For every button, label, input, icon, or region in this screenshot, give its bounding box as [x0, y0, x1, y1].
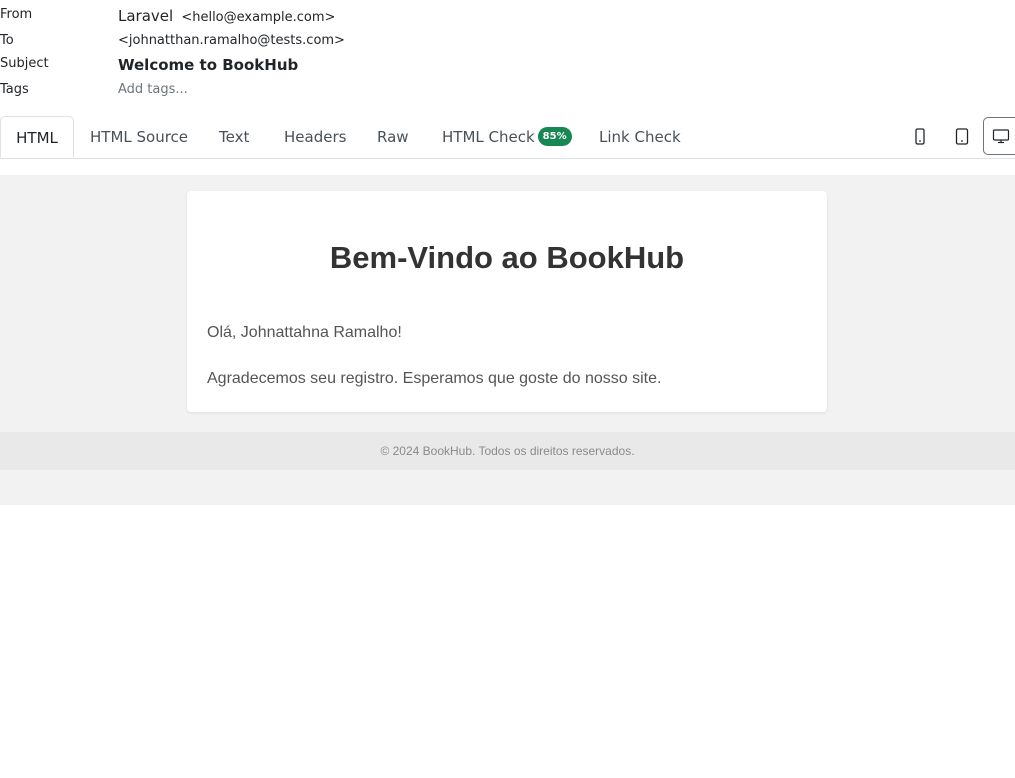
tab-html-check-label: HTML Check: [442, 128, 535, 146]
from-value: Laravel <hello@example.com>: [118, 7, 335, 25]
from-address: <hello@example.com>: [181, 10, 336, 25]
to-label: To: [0, 33, 14, 48]
message-headers: From Laravel <hello@example.com> To <joh…: [0, 0, 1015, 110]
tab-html-source-label: HTML Source: [90, 128, 189, 146]
tags-input[interactable]: Add tags...: [118, 82, 188, 97]
tablet-view-button[interactable]: [947, 119, 977, 153]
tab-html-source[interactable]: HTML Source: [90, 116, 188, 158]
tab-link-check-label: Link Check: [599, 128, 681, 146]
html-check-score-badge: 85%: [537, 127, 572, 146]
tab-html-label: HTML: [16, 129, 58, 147]
tags-label: Tags: [0, 82, 29, 97]
phone-icon: [915, 127, 925, 145]
desktop-icon: [992, 129, 1009, 144]
email-footer: © 2024 BookHub. Todos os direitos reserv…: [0, 432, 1015, 470]
tablet-icon: [955, 127, 969, 145]
view-tabs: HTML HTML Source Text Headers Raw HTML C…: [0, 116, 1015, 159]
tab-raw-label: Raw: [377, 128, 409, 146]
desktop-view-button[interactable]: [983, 117, 1015, 155]
email-title: Bem-Vindo ao BookHub: [329, 240, 685, 275]
email-body-text: Agradecemos seu registro. Esperamos que …: [207, 370, 662, 387]
tab-html[interactable]: HTML: [0, 116, 74, 158]
to-address: <johnatthan.ramalho@tests.com>: [118, 33, 345, 48]
tab-raw[interactable]: Raw: [377, 116, 409, 158]
subject-label: Subject: [0, 56, 49, 71]
from-name: Laravel: [118, 7, 174, 25]
email-card: Bem-Vindo ao BookHub Olá, Johnattahna Ra…: [187, 191, 827, 412]
tab-text[interactable]: Text: [219, 116, 249, 158]
tab-html-check[interactable]: HTML Check 85%: [442, 116, 572, 158]
tab-headers[interactable]: Headers: [284, 116, 346, 158]
subject-value: Welcome to BookHub: [118, 56, 299, 74]
tab-link-check[interactable]: Link Check: [599, 116, 681, 158]
tab-text-label: Text: [219, 128, 250, 146]
from-label: From: [0, 7, 33, 22]
email-preview: Bem-Vindo ao BookHub Olá, Johnattahna Ra…: [0, 175, 1015, 505]
tab-headers-label: Headers: [284, 128, 347, 146]
email-greeting: Olá, Johnattahna Ramalho!: [207, 324, 402, 341]
phone-view-button[interactable]: [905, 119, 935, 153]
